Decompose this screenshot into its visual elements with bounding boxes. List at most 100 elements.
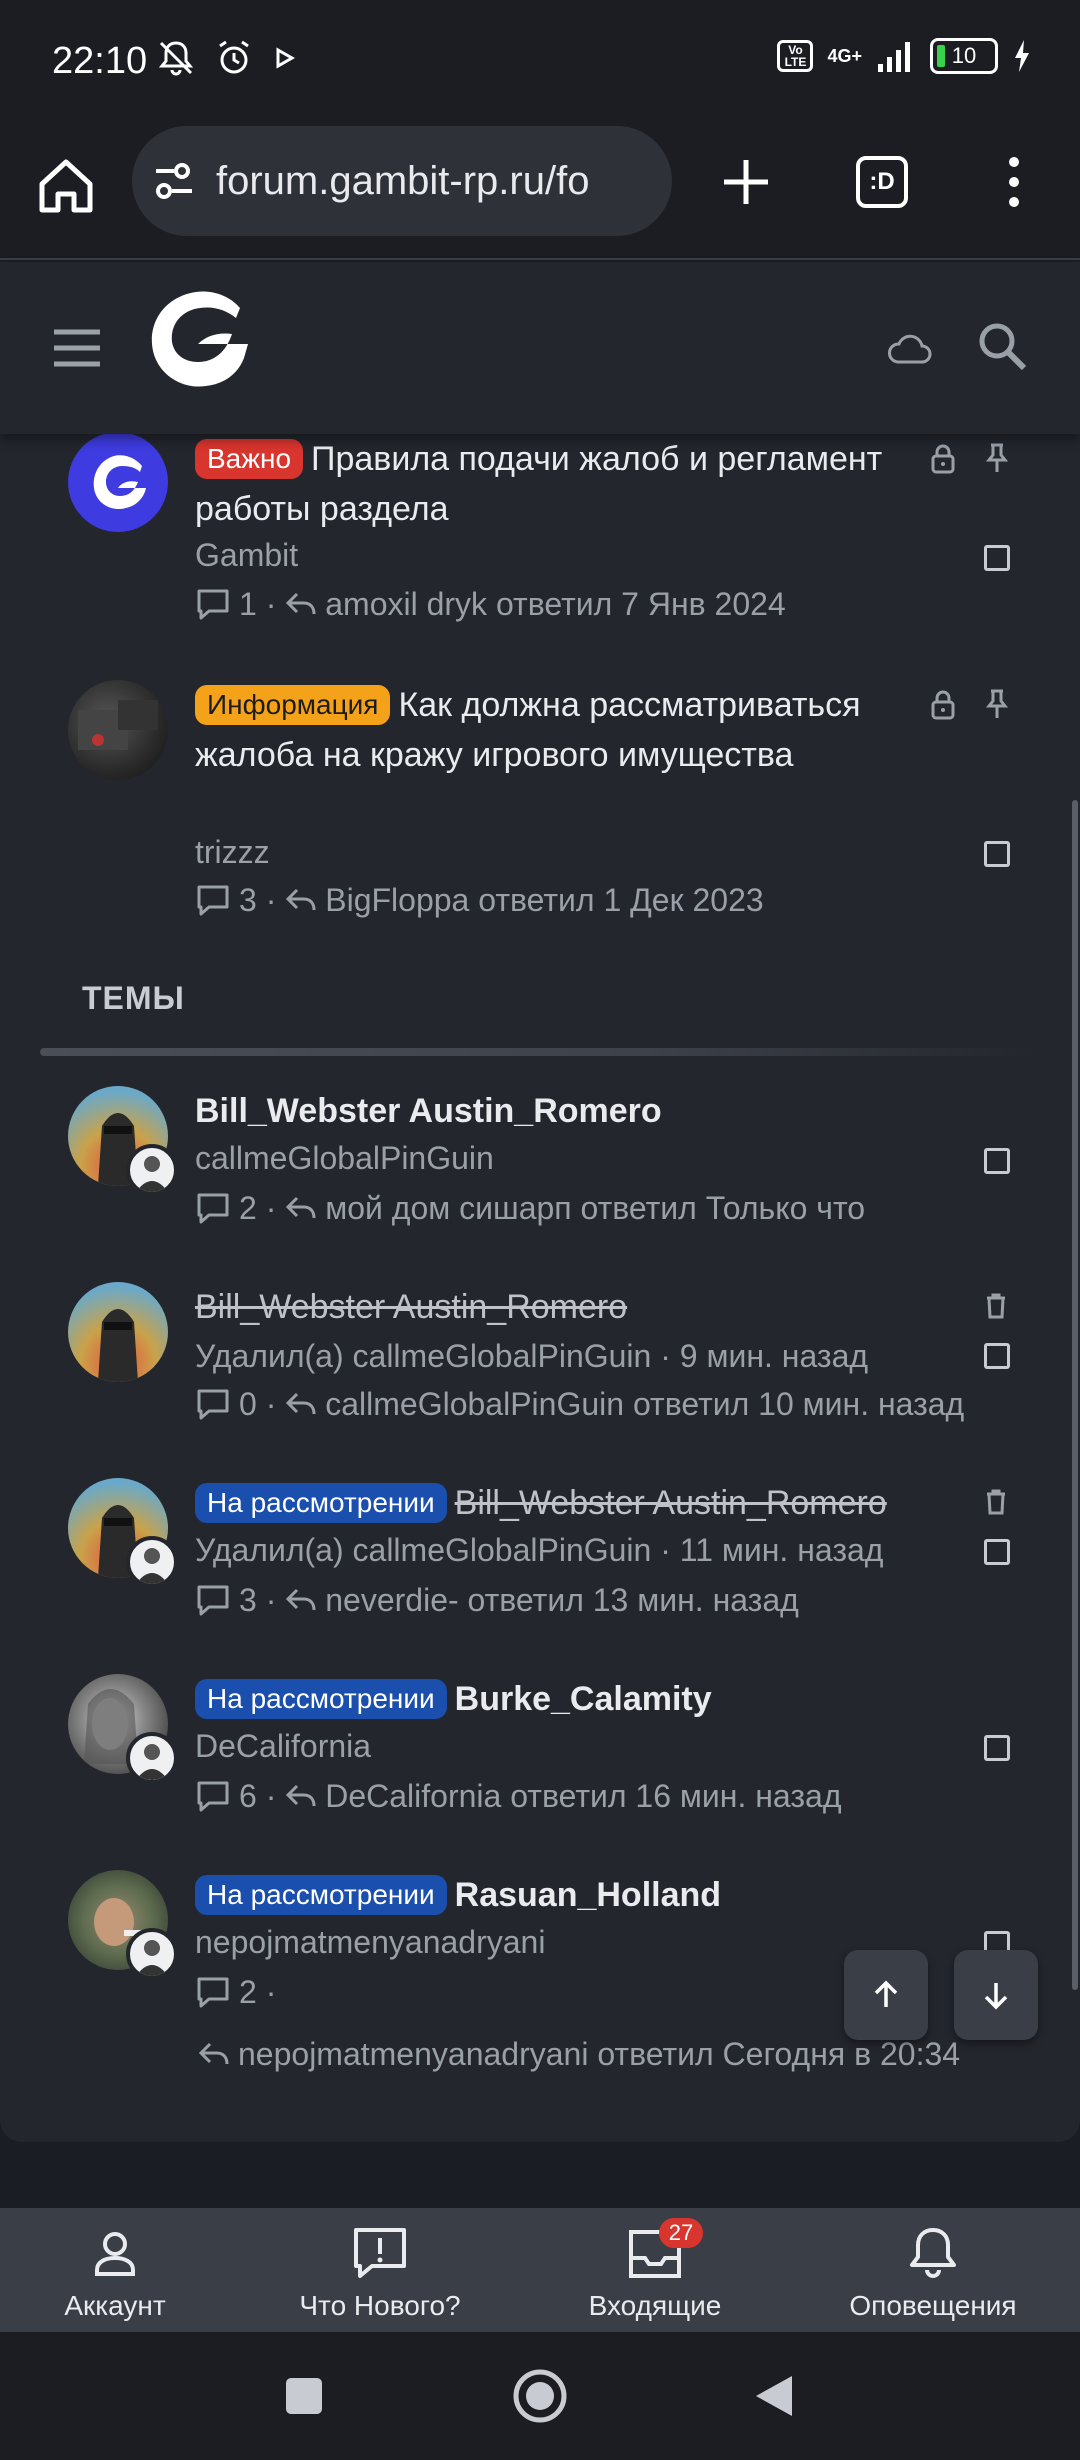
replies-icon	[197, 1193, 229, 1224]
last-poster-avatar[interactable]	[126, 1928, 178, 1980]
thread-title[interactable]: Bill_Webster Austin_Romero	[195, 1282, 955, 1332]
network-label: 4G+	[827, 46, 862, 66]
reply-count: 3	[239, 882, 257, 918]
prefix-badge[interactable]: На рассмотрении	[195, 1483, 447, 1523]
pin-icon	[985, 689, 1009, 718]
reply-count: 1	[239, 586, 257, 622]
thread-title[interactable]: На рассмотрении Bill_Webster Austin_Romer…	[195, 1478, 955, 1528]
play-icon	[276, 47, 296, 69]
back-icon[interactable]	[752, 2372, 796, 2420]
battery-icon: 10	[930, 38, 998, 74]
avatar[interactable]	[68, 1282, 168, 1382]
select-checkbox[interactable]	[984, 841, 1010, 867]
inbox-badge: 27	[659, 2218, 703, 2248]
last-reply[interactable]: neverdie- ответил 13 мин. назад	[325, 1580, 799, 1620]
scroll-bottom-button[interactable]	[954, 1950, 1038, 2040]
last-poster-avatar[interactable]	[126, 1732, 178, 1784]
reply-count: 2	[239, 1974, 257, 2010]
page-scrollbar[interactable]	[1072, 800, 1078, 1990]
avatar[interactable]	[68, 680, 168, 780]
thread-title[interactable]: На рассмотрении Burke_Calamity	[195, 1674, 955, 1724]
last-reply[interactable]: мой дом сишарп ответил Только что	[325, 1188, 865, 1228]
select-checkbox[interactable]	[984, 1148, 1010, 1174]
prefix-badge[interactable]: На рассмотрении	[195, 1679, 447, 1719]
prefix-badge[interactable]: На рассмотрении	[195, 1875, 447, 1915]
thread-title-text[interactable]: Bill_Webster Austin_Romero	[455, 1484, 887, 1522]
last-reply[interactable]: amoxil dryk ответил 7 Янв 2024	[325, 584, 785, 624]
thread-author[interactable]: callmeGlobalPinGuin	[195, 1138, 494, 1178]
inbox-icon-wrap: 27	[625, 2218, 703, 2284]
alarm-icon	[219, 40, 249, 74]
nav-inbox[interactable]: 27 Входящие	[589, 2208, 721, 2332]
cloud-icon[interactable]	[886, 332, 932, 366]
pin-icon	[985, 443, 1009, 472]
nav-whats-new[interactable]: Что Нового?	[298, 2208, 462, 2332]
replies-icon	[197, 1389, 229, 1420]
reply-arrow-icon	[286, 1196, 316, 1219]
select-checkbox[interactable]	[984, 1539, 1010, 1565]
thread-author[interactable]: Удалил(а) callmeGlobalPinGuin · 11 мин. …	[195, 1530, 883, 1570]
bell-icon	[910, 2228, 956, 2278]
last-reply[interactable]: BigFloppa ответил 1 Дек 2023	[325, 880, 763, 920]
nav-account[interactable]: Аккаунт	[60, 2208, 170, 2332]
site-settings-icon[interactable]	[152, 159, 196, 203]
thread-meta: 3 · BigFloppa ответил 1 Дек 2023	[195, 880, 764, 920]
prefix-badge[interactable]: Информация	[195, 685, 391, 725]
thread-title-text[interactable]: Burke_Calamity	[455, 1680, 712, 1718]
avatar[interactable]	[68, 432, 168, 532]
meta-separator: ·	[256, 1190, 286, 1226]
new-tab-icon[interactable]	[714, 150, 778, 214]
home-button-icon[interactable]	[512, 2368, 568, 2424]
home-icon[interactable]	[34, 154, 98, 218]
replies-icon	[197, 1781, 229, 1812]
thread-author[interactable]: Gambit	[195, 535, 298, 575]
select-checkbox[interactable]	[984, 545, 1010, 571]
status-bar: 22:10 Vo LTE 4G+ 10	[0, 0, 1080, 120]
nav-label: Оповещения	[849, 2290, 1017, 2321]
charging-icon	[1015, 40, 1029, 72]
thread-author[interactable]: nepojmatmenyanadryani	[195, 1922, 545, 1962]
last-reply[interactable]: DeCalifornia ответил 16 мин. назад	[325, 1776, 841, 1816]
thread-title-text[interactable]: Rasuan_Holland	[455, 1876, 721, 1914]
gambit-logo[interactable]	[140, 286, 258, 396]
last-poster-avatar[interactable]	[126, 1536, 178, 1588]
thread-title[interactable]: Важно Правила подачи жалоб и регламент ра…	[195, 434, 955, 534]
alert-bubble-icon	[354, 2228, 406, 2278]
meta-separator: ·	[256, 586, 286, 622]
thread-meta-continued: nepojmatmenyanadryani ответил Сегодня в …	[198, 2034, 960, 2074]
thread-author[interactable]: Удалил(а) callmeGlobalPinGuin · 9 мин. н…	[195, 1336, 868, 1376]
browser-toolbar: forum.gambit-rp.ru/fo :D	[0, 120, 1080, 260]
thread-author[interactable]: trizzz	[195, 832, 270, 872]
volte-icon: Vo LTE	[777, 40, 814, 72]
scroll-top-button[interactable]	[844, 1950, 928, 2040]
trash-icon	[987, 1293, 1005, 1319]
replies-icon	[197, 885, 229, 916]
search-icon[interactable]	[976, 320, 1028, 372]
thread-meta: 2 ·	[195, 1972, 276, 2012]
avatar-image	[98, 1309, 138, 1382]
meta-separator: ·	[256, 1386, 286, 1422]
prefix-badge[interactable]: Важно	[195, 439, 304, 479]
thread-title[interactable]: Информация Как должна рассматриваться жал…	[195, 680, 955, 780]
thread-title-text[interactable]: Bill_Webster Austin_Romero	[195, 1288, 627, 1326]
last-reply[interactable]: callmeGlobalPinGuin ответил 10 мин. наза…	[325, 1384, 964, 1424]
menu-icon[interactable]	[52, 328, 102, 368]
url-text[interactable]: forum.gambit-rp.ru/fo	[216, 159, 656, 204]
thread-author[interactable]: DeCalifornia	[195, 1726, 371, 1766]
tab-switcher-button[interactable]: :D	[856, 156, 908, 208]
thread-title[interactable]: На рассмотрении Rasuan_Holland	[195, 1870, 955, 1920]
last-poster-avatar[interactable]	[126, 1144, 178, 1196]
more-menu-icon[interactable]	[994, 150, 1034, 214]
thread-title[interactable]: Bill_Webster Austin_Romero	[195, 1086, 955, 1136]
nav-alerts[interactable]: Оповещения	[849, 2208, 1017, 2332]
url-bar[interactable]: forum.gambit-rp.ru/fo	[132, 126, 672, 236]
lock-icon	[931, 690, 955, 720]
arrow-up-icon	[874, 1980, 898, 2007]
select-checkbox[interactable]	[984, 1735, 1010, 1761]
avatar-image	[78, 700, 158, 750]
user-icon	[95, 2232, 135, 2276]
last-reply[interactable]: nepojmatmenyanadryani ответил Сегодня в …	[238, 2034, 960, 2074]
reply-arrow-icon	[286, 888, 316, 911]
recents-icon[interactable]	[284, 2376, 324, 2416]
select-checkbox[interactable]	[984, 1343, 1010, 1369]
